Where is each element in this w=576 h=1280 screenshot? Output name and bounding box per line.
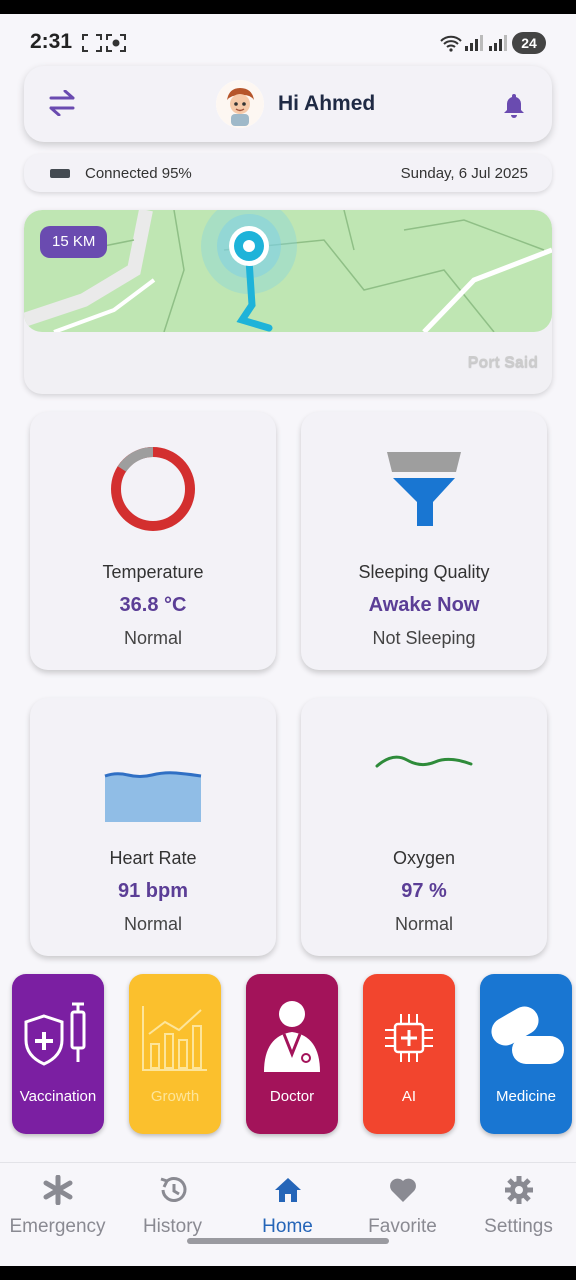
screenshot-icon <box>82 34 102 52</box>
doctor-button[interactable]: Doctor <box>246 974 338 1134</box>
nav-label: Settings <box>484 1216 553 1237</box>
action-label: Medicine <box>495 1088 557 1105</box>
nav-label: Favorite <box>368 1216 437 1237</box>
nav-settings[interactable]: Settings <box>461 1175 576 1238</box>
doctor-icon <box>264 1001 320 1072</box>
wifi-icon <box>440 35 462 52</box>
oxygen-tile[interactable]: Oxygen 97 % Normal <box>301 698 547 956</box>
funnel-icon <box>387 452 461 526</box>
growth-button[interactable]: Growth <box>129 974 221 1134</box>
signal-2-icon <box>489 35 507 51</box>
app-screen: 2:31 24 Hi Ahmed Connected 95% Sunday, 6… <box>0 14 576 1266</box>
swap-icon[interactable] <box>48 90 76 116</box>
distance-badge: 15 KM <box>40 226 108 258</box>
tile-status: Normal <box>123 914 182 934</box>
history-icon <box>160 1177 186 1202</box>
medicine-button[interactable]: Medicine <box>480 974 572 1134</box>
greeting-text: Hi Ahmed <box>278 92 376 115</box>
child-avatar-icon <box>216 80 264 128</box>
chip-icon <box>385 1014 433 1062</box>
status-time: 2:31 <box>30 30 73 53</box>
action-label: Growth <box>150 1088 200 1105</box>
wave-line-icon <box>375 755 473 768</box>
avatar[interactable] <box>216 80 264 128</box>
status-bar: 2:31 24 <box>0 14 576 74</box>
temperature-tile[interactable]: Temperature 36.8 °C Normal <box>30 412 276 670</box>
device-battery-icon <box>50 169 70 178</box>
battery-indicator: 24 <box>512 32 546 54</box>
asterisk-icon <box>43 1174 72 1206</box>
app-header: Hi Ahmed <box>24 66 552 142</box>
tile-status: Normal <box>394 914 453 934</box>
tile-value: 36.8 °C <box>119 594 187 616</box>
bell-icon[interactable] <box>502 92 526 118</box>
tile-title: Heart Rate <box>109 848 197 868</box>
sleeping-quality-tile[interactable]: Sleeping Quality Awake Now Not Sleeping <box>301 412 547 670</box>
tile-status: Normal <box>123 628 182 648</box>
tile-value: 97 % <box>401 880 447 902</box>
nav-emergency[interactable]: Emergency <box>0 1174 115 1238</box>
city-label: Port Said <box>467 354 538 371</box>
growth-chart-icon <box>142 1006 207 1071</box>
bottom-navigation: Emergency History Home Favorite Settings <box>0 1162 576 1266</box>
tile-title: Temperature <box>102 562 204 582</box>
action-label: Doctor <box>269 1088 315 1105</box>
temperature-donut-icon <box>111 447 195 531</box>
ai-button[interactable]: AI <box>363 974 455 1134</box>
tile-value: 91 bpm <box>117 880 189 902</box>
nav-label: Emergency <box>9 1216 106 1237</box>
tile-status: Not Sleeping <box>372 628 476 648</box>
home-icon <box>274 1178 301 1202</box>
connection-status: Connected 95% <box>85 165 192 182</box>
gesture-bar[interactable] <box>187 1238 389 1244</box>
tile-value: Awake Now <box>368 594 480 616</box>
action-label: Vaccination <box>19 1088 97 1105</box>
heart-rate-tile[interactable]: Heart Rate 91 bpm Normal <box>30 698 276 956</box>
signal-icon <box>465 35 483 51</box>
connection-bar: Connected 95% Sunday, 6 Jul 2025 <box>24 154 552 192</box>
nav-label: Home <box>262 1216 313 1237</box>
location-card[interactable]: 15 KM Port Said <box>24 210 552 394</box>
pills-icon <box>491 1006 564 1064</box>
map-view[interactable]: 15 KM <box>24 210 552 332</box>
nav-favorite[interactable]: Favorite <box>345 1175 460 1238</box>
gear-icon <box>504 1176 533 1204</box>
screen-record-icon <box>106 34 126 52</box>
shield-syringe-icon <box>24 1002 86 1066</box>
tile-title: Sleeping Quality <box>358 562 490 582</box>
heart-icon <box>389 1178 416 1202</box>
current-date: Sunday, 6 Jul 2025 <box>400 165 528 182</box>
action-label: AI <box>401 1088 417 1105</box>
wave-area-icon <box>104 771 202 822</box>
nav-home[interactable]: Home <box>230 1175 345 1238</box>
vaccination-button[interactable]: Vaccination <box>12 974 104 1134</box>
nav-history[interactable]: History <box>115 1175 230 1238</box>
nav-label: History <box>142 1216 203 1237</box>
tile-title: Oxygen <box>392 848 456 868</box>
